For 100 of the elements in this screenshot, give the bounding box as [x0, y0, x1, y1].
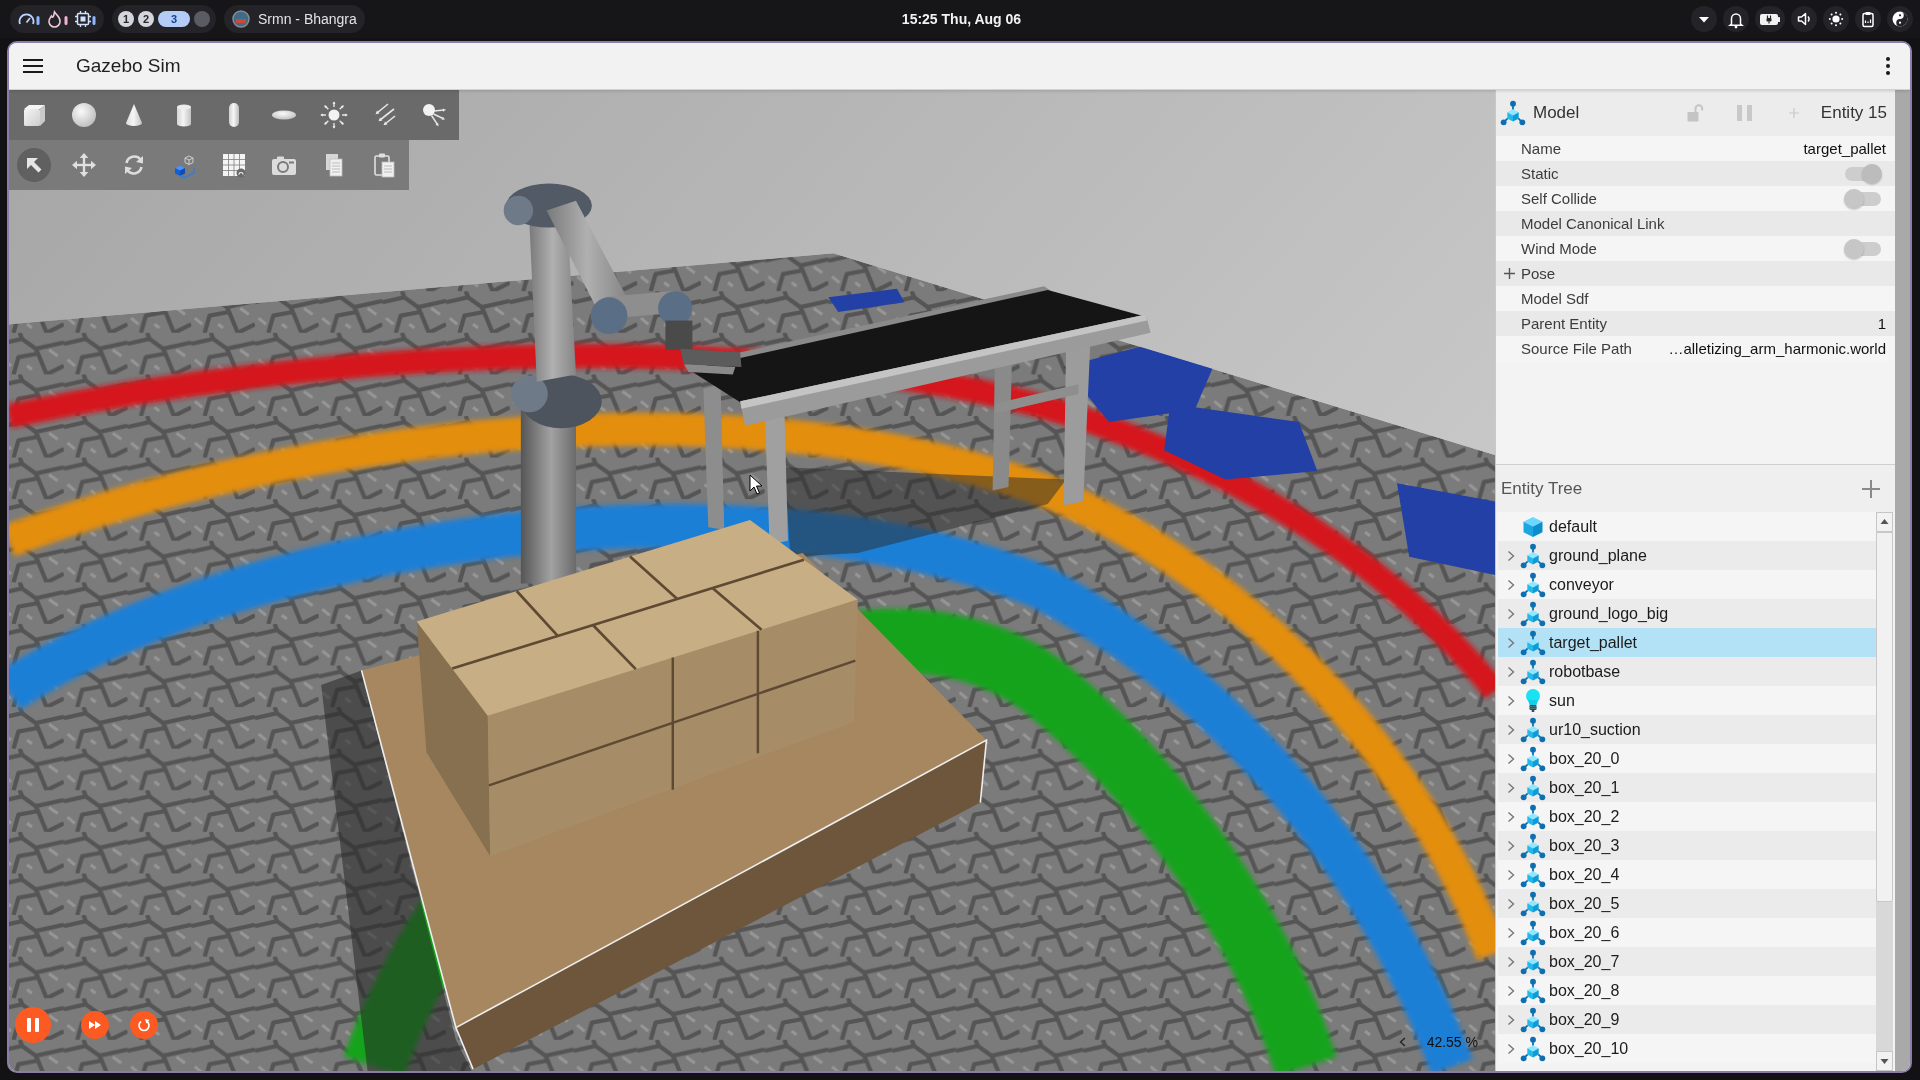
- scroll-bar[interactable]: [1876, 512, 1893, 1071]
- media-pill[interactable]: Srmn - Bhangra: [224, 5, 365, 33]
- chevron-right-icon[interactable]: [1507, 752, 1515, 765]
- chevron-left-icon[interactable]: [1398, 1037, 1406, 1047]
- cube-nodes-icon: [1520, 542, 1546, 569]
- entity-id: Entity 15: [1820, 103, 1887, 123]
- battery-plug-icon[interactable]: [1755, 6, 1785, 32]
- cube-nodes-icon: [1520, 832, 1546, 859]
- property-label: Self Collide: [1521, 190, 1597, 207]
- cube-nodes-icon: [1520, 716, 1546, 743]
- point-light-icon[interactable]: [319, 100, 349, 130]
- chevron-right-icon[interactable]: [1507, 636, 1515, 649]
- chevron-right-icon[interactable]: [1507, 1013, 1515, 1026]
- property-label: Static: [1521, 165, 1559, 182]
- sphere-icon[interactable]: [69, 100, 99, 130]
- clock-label[interactable]: 15:25 Thu, Aug 06: [901, 11, 1022, 27]
- cube-nodes-icon: [1520, 977, 1546, 1004]
- tree-item[interactable]: ground_plane: [1498, 541, 1876, 570]
- chip-icon[interactable]: [74, 10, 96, 28]
- chevron-right-icon[interactable]: [1507, 926, 1515, 939]
- chevron-right-icon[interactable]: [1507, 955, 1515, 968]
- album-art-placeholder: [232, 10, 250, 28]
- media-title: Srmn - Bhangra: [258, 11, 357, 27]
- workspace-dot-icon[interactable]: [194, 11, 210, 27]
- panel-title: Model: [1533, 103, 1580, 123]
- cube-nodes-icon: [1520, 1006, 1546, 1033]
- workspace-button[interactable]: 2: [138, 11, 154, 27]
- property-label: Parent Entity: [1521, 315, 1607, 332]
- real-time-factor: 42.55 %: [1426, 1034, 1478, 1050]
- kebab-menu-icon[interactable]: [1886, 57, 1890, 75]
- property-label: Model Canonical Link: [1521, 215, 1665, 232]
- brightness-icon[interactable]: [1823, 6, 1849, 32]
- property-value: target_pallet: [1803, 140, 1886, 157]
- tree-item[interactable]: robotbase: [1498, 657, 1876, 686]
- menu-icon[interactable]: [23, 58, 43, 74]
- chevron-right-icon[interactable]: [1507, 694, 1515, 707]
- chevron-right-icon[interactable]: [1507, 723, 1515, 736]
- cube-icon: [1523, 516, 1543, 537]
- tree-item[interactable]: box_20_3: [1498, 831, 1876, 860]
- cube-nodes-icon: [1520, 774, 1546, 801]
- chevron-right-icon[interactable]: [1507, 578, 1515, 591]
- property-value: …alletizing_arm_harmonic.world: [1668, 340, 1886, 357]
- cube-nodes-icon: [1520, 600, 1546, 627]
- cube-nodes-icon: [1520, 571, 1546, 598]
- clipboard-icon[interactable]: [1855, 6, 1881, 32]
- tree-item[interactable]: box_20_1: [1498, 773, 1876, 802]
- chevron-right-icon[interactable]: [1507, 897, 1515, 910]
- flame-icon[interactable]: [46, 10, 68, 28]
- chevron-right-icon[interactable]: [1507, 781, 1515, 794]
- arrow-down-icon[interactable]: [1876, 1051, 1893, 1071]
- property-label: Name: [1521, 140, 1561, 157]
- cube-nodes-icon: [1520, 1035, 1546, 1062]
- chevron-right-icon[interactable]: [1507, 665, 1515, 678]
- speaker-icon[interactable]: [1791, 6, 1817, 32]
- chevron-right-icon[interactable]: [1507, 839, 1515, 852]
- pause-icon[interactable]: [15, 1007, 51, 1043]
- scroll-thumb[interactable]: [1876, 532, 1893, 902]
- tree-item[interactable]: box_20_7: [1498, 947, 1876, 976]
- fast-forward-icon[interactable]: [81, 1011, 109, 1039]
- chevron-right-icon[interactable]: [1507, 984, 1515, 997]
- property-value: 1: [1877, 315, 1886, 332]
- cube-nodes-icon: [1520, 629, 1546, 656]
- arrow-up-icon[interactable]: [1876, 512, 1893, 532]
- light-bulb-icon: [1525, 688, 1541, 713]
- toggle-switch[interactable]: [1844, 188, 1882, 209]
- tree-item[interactable]: box_20_9: [1498, 1005, 1876, 1034]
- tree-item[interactable]: ground_logo_big: [1498, 599, 1876, 628]
- yin-yang-icon[interactable]: [1887, 6, 1913, 32]
- toggle-switch[interactable]: [1844, 163, 1882, 184]
- property-label: Source File Path: [1521, 340, 1632, 357]
- workspace-button[interactable]: 1: [118, 11, 134, 27]
- chevron-right-icon[interactable]: [1507, 810, 1515, 823]
- chevron-right-icon[interactable]: [1507, 1042, 1515, 1055]
- reset-icon[interactable]: [130, 1011, 158, 1039]
- chevron-right-icon[interactable]: [1507, 868, 1515, 881]
- property-label: Wind Mode: [1521, 240, 1597, 257]
- tree-item[interactable]: box_20_5: [1498, 889, 1876, 918]
- plus-icon[interactable]: [1862, 479, 1880, 498]
- cube-nodes-icon: [1520, 890, 1546, 917]
- cube-nodes-icon: [1520, 948, 1546, 975]
- caret-down-icon[interactable]: [1691, 6, 1717, 32]
- cube-nodes-icon: [1520, 919, 1546, 946]
- cube-nodes-icon: [1520, 803, 1546, 830]
- property-label: Pose: [1521, 265, 1556, 282]
- chevron-right-icon[interactable]: [1507, 607, 1515, 620]
- toggle-switch[interactable]: [1844, 238, 1882, 259]
- window-title: Gazebo Sim: [76, 55, 181, 77]
- bell-icon[interactable]: [1723, 6, 1749, 32]
- mouse-pointer-icon: [749, 474, 763, 495]
- chevron-right-icon[interactable]: [1507, 549, 1515, 562]
- property-label: Model Sdf: [1521, 290, 1589, 307]
- cube-nodes-icon: [1520, 658, 1546, 685]
- tree-item[interactable]: ur10_suction: [1498, 715, 1876, 744]
- panel-title: Entity Tree: [1501, 478, 1583, 499]
- workspace-button[interactable]: 3: [158, 11, 190, 27]
- cube-nodes-icon: [1520, 861, 1546, 888]
- cube-nodes-icon: [1500, 100, 1526, 126]
- cube-nodes-icon: [1520, 745, 1546, 772]
- plus-icon[interactable]: [1504, 268, 1515, 279]
- tree-item[interactable]: target_pallet: [1498, 628, 1876, 657]
